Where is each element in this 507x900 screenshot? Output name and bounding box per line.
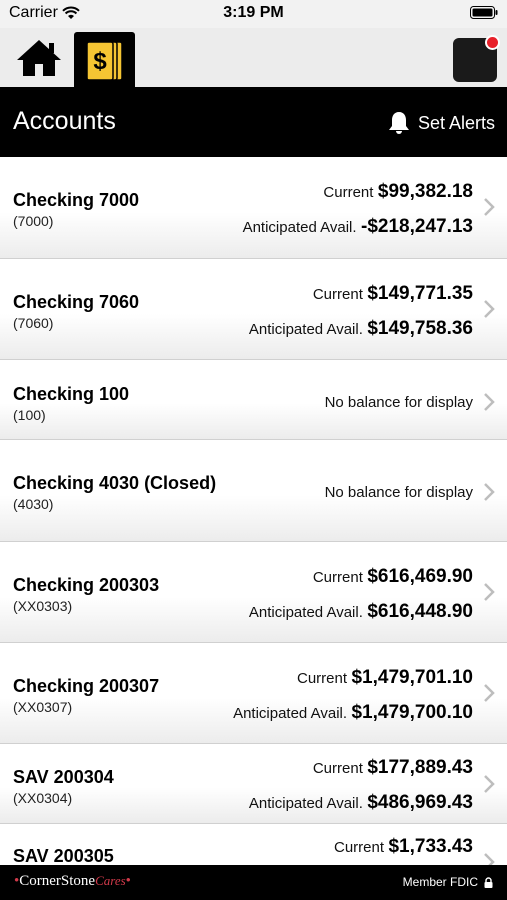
account-name: Checking 4030 (Closed)	[13, 473, 217, 493]
chevron-right-icon	[484, 483, 495, 501]
account-number: (XX0303)	[13, 598, 73, 614]
current-label: Current	[333, 839, 385, 856]
member-fdic: Member FDIC	[403, 875, 493, 889]
account-row[interactable]: Checking 7000 (7000) Current $99,382.18 …	[0, 157, 507, 259]
footer: •CornerStoneCares• Member FDIC	[0, 865, 507, 900]
anticipated-value: -$218,247.13	[361, 216, 473, 237]
anticipated-label: Anticipated Avail.	[233, 705, 348, 722]
set-alerts-label: Set Alerts	[417, 112, 495, 133]
current-balance: Current $177,889.43	[313, 757, 473, 779]
account-number: (4030)	[13, 496, 54, 512]
anticipated-value: $486,969.43	[367, 792, 473, 813]
current-label: Current	[323, 184, 374, 201]
chevron-right-icon	[484, 583, 495, 601]
accounts-header: Accounts Set Alerts	[0, 87, 507, 157]
current-balance: Current $616,469.90	[313, 566, 473, 588]
anticipated-balance: Anticipated Avail. $486,969.43	[249, 792, 473, 814]
account-name: Checking 100	[13, 384, 130, 404]
fdic-label: Member FDIC	[402, 875, 478, 889]
chevron-right-icon	[484, 775, 495, 793]
set-alerts-button[interactable]: Set Alerts	[388, 111, 495, 135]
current-label: Current	[297, 670, 348, 687]
account-number: (100)	[13, 407, 46, 423]
logo-cares: Cares	[95, 873, 126, 888]
account-name: SAV 200304	[13, 767, 114, 787]
anticipated-balance: Anticipated Avail. -$218,247.13	[243, 216, 473, 238]
account-row[interactable]: Checking 7060 (7060) Current $149,771.35…	[0, 259, 507, 360]
account-row[interactable]: Checking 4030 (Closed) (4030) No balance…	[0, 440, 507, 542]
dollar-cards-icon: $	[86, 41, 123, 81]
anticipated-label: Anticipated Avail.	[248, 604, 363, 621]
anticipated-value: $1,479,700.10	[351, 702, 473, 723]
chevron-right-icon	[484, 393, 495, 411]
lock-icon	[484, 876, 493, 888]
current-label: Current	[312, 286, 363, 303]
chevron-right-icon	[484, 300, 495, 318]
cornerstone-logo: •CornerStoneCares•	[14, 873, 131, 889]
anticipated-balance: Anticipated Avail. $149,758.36	[249, 318, 473, 340]
current-value: $1,479,701.10	[351, 667, 473, 688]
notifications-button[interactable]	[453, 35, 500, 82]
account-name: SAV 200305	[13, 846, 114, 865]
battery-icon	[470, 6, 498, 24]
clock: 3:19 PM	[223, 4, 284, 21]
account-name: Checking 200303	[13, 575, 160, 595]
current-value: $177,889.43	[367, 757, 473, 778]
chevron-right-icon	[484, 684, 495, 702]
anticipated-label: Anticipated Avail.	[248, 795, 363, 812]
current-value: $99,382.18	[377, 181, 473, 202]
notification-badge	[485, 35, 500, 50]
account-number: (7060)	[13, 315, 54, 331]
account-list: Checking 7000 (7000) Current $99,382.18 …	[0, 157, 507, 865]
chevron-right-icon	[484, 853, 495, 865]
anticipated-label: Anticipated Avail.	[248, 321, 363, 338]
tab-bar: $	[0, 28, 507, 87]
current-value: $1,733.43	[388, 836, 473, 857]
account-row[interactable]: Checking 100 (100) No balance for displa…	[0, 360, 507, 440]
tab-home[interactable]	[15, 38, 73, 84]
logo-main: CornerStone	[19, 873, 96, 889]
no-balance-text: No balance for display	[324, 484, 473, 501]
bell-icon	[388, 112, 409, 134]
current-label: Current	[312, 760, 363, 777]
current-value: $149,771.35	[367, 283, 473, 304]
account-row[interactable]: Checking 200303 (XX0303) Current $616,46…	[0, 542, 507, 643]
current-balance: Current $99,382.18	[323, 181, 473, 203]
chevron-right-icon	[484, 198, 495, 216]
current-balance: Current $149,771.35	[313, 283, 473, 305]
current-value: $616,469.90	[367, 566, 473, 587]
tab-accounts[interactable]: $	[74, 32, 135, 87]
current-balance: Current $1,733.43	[334, 836, 473, 858]
account-row[interactable]: SAV 200305 Current $1,733.43	[0, 824, 507, 865]
status-bar: Carrier 3:19 PM	[0, 0, 507, 28]
account-name: Checking 7060	[13, 292, 140, 312]
account-name: Checking 7000	[13, 190, 140, 210]
current-balance: Current $1,479,701.10	[297, 667, 473, 689]
anticipated-value: $616,448.90	[367, 601, 473, 622]
home-icon	[17, 40, 61, 76]
no-balance-text: No balance for display	[324, 394, 473, 411]
anticipated-value: $149,758.36	[367, 318, 473, 339]
anticipated-balance: Anticipated Avail. $616,448.90	[249, 601, 473, 623]
account-name: Checking 200307	[13, 676, 160, 696]
anticipated-balance: Anticipated Avail. $1,479,700.10	[233, 702, 473, 724]
account-number: (XX0304)	[13, 790, 73, 806]
page-title: Accounts	[13, 107, 116, 135]
account-number: (7000)	[13, 213, 54, 229]
account-row[interactable]: SAV 200304 (XX0304) Current $177,889.43 …	[0, 744, 507, 824]
current-label: Current	[312, 569, 363, 586]
anticipated-label: Anticipated Avail.	[242, 219, 357, 236]
account-row[interactable]: Checking 200307 (XX0307) Current $1,479,…	[0, 643, 507, 744]
svg-text:$: $	[93, 48, 107, 75]
account-number: (XX0307)	[13, 699, 73, 715]
